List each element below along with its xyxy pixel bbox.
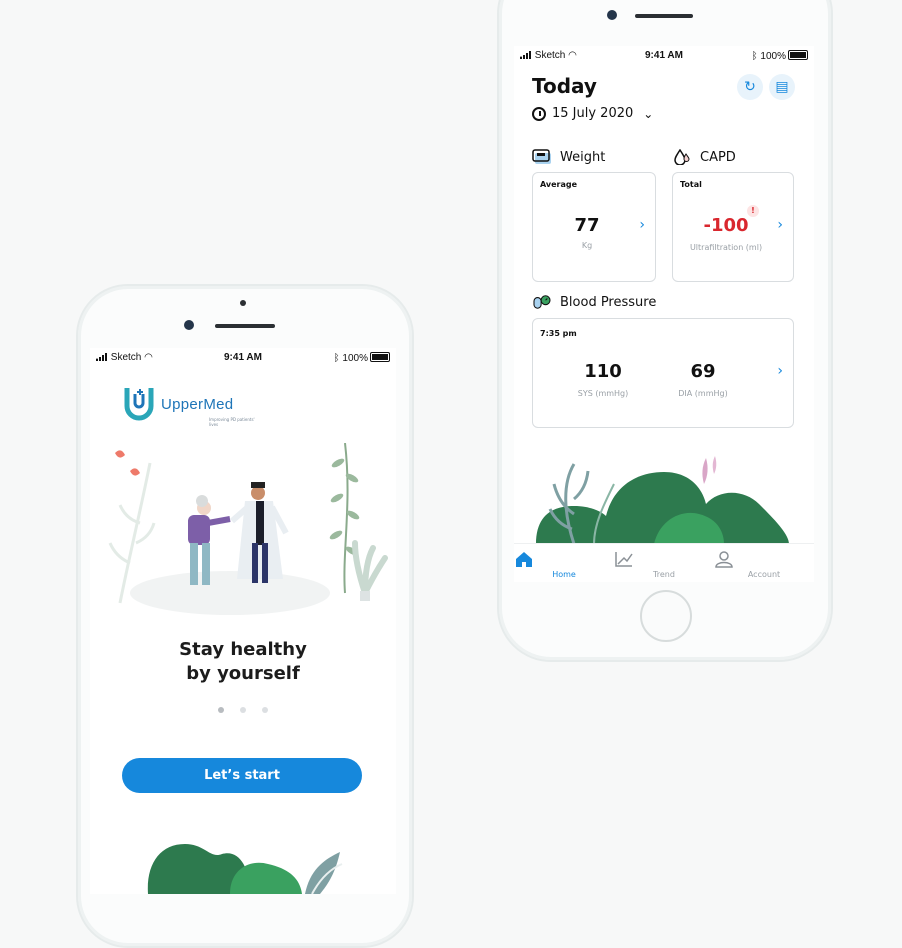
page-title: Today: [532, 74, 597, 98]
bp-label: Blood Pressure: [560, 294, 657, 310]
earpiece-speaker: [215, 324, 275, 328]
uppermed-logo: UpperMed Improving PD patients' lives: [123, 386, 263, 427]
onboarding-headline: Stay healthy by yourself: [90, 638, 396, 686]
selected-date: 15 July 2020: [552, 106, 634, 121]
battery-icon: [788, 50, 808, 60]
onboarding-screen: Sketch ◠ 9:41 AM ᛒ 100% UpperMed Improvi…: [90, 348, 396, 894]
headline-line-2: by yourself: [186, 663, 300, 684]
trend-icon: [615, 552, 633, 567]
clock-icon: [532, 106, 546, 121]
tab-trend[interactable]: Trend: [614, 544, 714, 582]
bp-dia-unit: DIA (mmHg): [678, 389, 728, 398]
document-icon[interactable]: ▤: [769, 74, 795, 100]
dashboard-screen: Sketch ◠ 9:41 AM ᛒ 100% Today ↻ ▤ 15 Jul…: [514, 46, 814, 582]
page-dot-2[interactable]: [240, 707, 246, 713]
foliage-decoration: [147, 844, 343, 894]
battery-status: ᛒ 100%: [334, 352, 390, 364]
weight-card-label: Average: [540, 180, 578, 189]
bottom-tab-bar: Home Trend Account: [514, 543, 814, 582]
status-bar: Sketch ◠ 9:41 AM ᛒ 100%: [90, 348, 396, 368]
tab-trend-label: Trend: [653, 570, 675, 579]
right-phone: Sketch ◠ 9:41 AM ᛒ 100% Today ↻ ▤ 15 Jul…: [497, 0, 833, 662]
tab-account-label: Account: [747, 570, 781, 579]
status-bar: Sketch ◠ 9:41 AM ᛒ 100%: [514, 46, 814, 66]
lets-start-button[interactable]: Let’s start: [122, 758, 362, 793]
capd-unit: Ultrafiltration (ml): [689, 243, 763, 252]
front-camera: [607, 10, 617, 20]
droplet-icon: [674, 149, 690, 165]
logo-name: UpperMed: [161, 396, 234, 413]
onboarding-illustration: [108, 443, 388, 615]
capd-section-title: CAPD: [672, 149, 736, 165]
page-indicator: [90, 698, 396, 717]
sensor-dot: [240, 300, 246, 306]
tab-home-label: Home: [552, 570, 576, 579]
capd-card-label: Total: [680, 180, 702, 189]
capd-value: -100: [703, 215, 749, 236]
chevron-down-icon: ⌄: [643, 106, 654, 121]
chevron-right-icon: ›: [639, 217, 645, 233]
bp-sys-value: 110: [584, 361, 622, 382]
blood-pressure-icon: [533, 295, 551, 309]
tab-home[interactable]: Home: [514, 544, 614, 582]
foliage-decoration: [536, 456, 789, 544]
blood-pressure-card[interactable]: 7:35 pm 110 SYS (mmHg) 69 DIA (mmHg) ›: [532, 318, 794, 428]
chevron-right-icon: ›: [777, 217, 783, 233]
chevron-right-icon: ›: [777, 363, 783, 379]
scale-icon: [532, 149, 551, 164]
capd-card[interactable]: Total -100 ! Ultrafiltration (ml) ›: [672, 172, 794, 282]
bp-section-title: Blood Pressure: [532, 294, 656, 310]
earpiece-speaker: [635, 14, 693, 18]
bp-dia-value: 69: [690, 361, 716, 382]
weight-card[interactable]: Average 77 Kg ›: [532, 172, 656, 282]
home-icon: [516, 552, 532, 567]
front-camera: [184, 320, 194, 330]
headline-line-1: Stay healthy: [179, 639, 307, 660]
tab-account[interactable]: Account: [714, 544, 814, 582]
weight-value: 77: [574, 215, 600, 236]
bp-time: 7:35 pm: [540, 329, 577, 338]
alert-icon: !: [747, 205, 759, 217]
home-button[interactable]: [640, 590, 692, 642]
battery-status: ᛒ 100%: [752, 50, 808, 62]
capd-label: CAPD: [700, 149, 736, 165]
bp-sys-unit: SYS (mmHg): [577, 389, 629, 398]
battery-icon: [370, 352, 390, 362]
weight-section-title: Weight: [532, 149, 605, 165]
left-phone: Sketch ◠ 9:41 AM ᛒ 100% UpperMed Improvi…: [76, 284, 414, 948]
page-dot-3[interactable]: [262, 707, 268, 713]
bluetooth-icon: ᛒ: [333, 353, 340, 364]
weight-label: Weight: [560, 149, 606, 165]
account-icon: [715, 551, 733, 568]
refresh-icon[interactable]: ↻: [737, 74, 763, 100]
weight-unit: Kg: [581, 241, 593, 250]
date-selector[interactable]: 15 July 2020 ⌄: [532, 106, 653, 121]
page-dot-1[interactable]: [218, 707, 224, 713]
bluetooth-icon: ᛒ: [751, 51, 758, 62]
logo-mark-icon: [124, 388, 154, 421]
logo-tagline: Improving PD patients' lives: [209, 417, 255, 427]
